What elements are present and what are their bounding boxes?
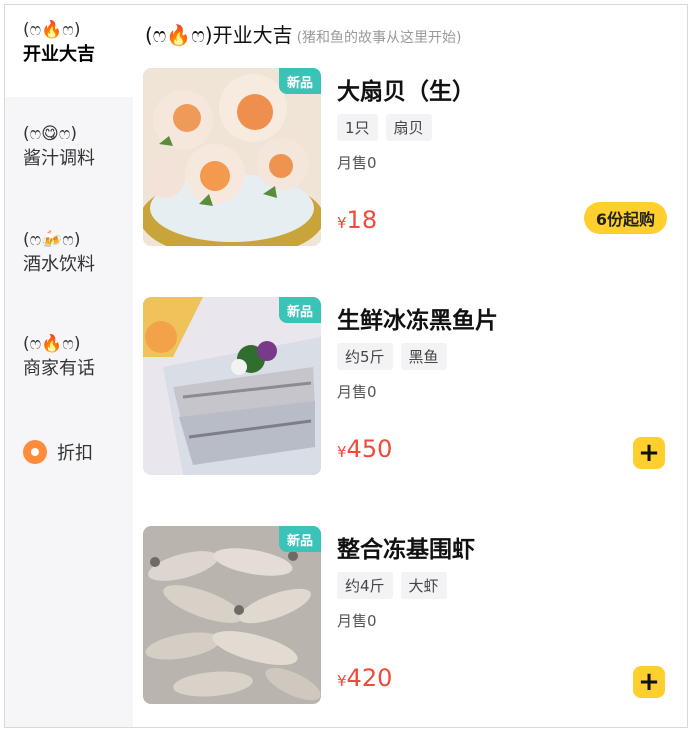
product-name[interactable]: 大扇贝（生）: [337, 72, 475, 106]
product-image-shrimp[interactable]: 新品: [143, 526, 321, 704]
sidebar-item-emoji: (ෆ😋ෆ): [23, 124, 78, 144]
category-sidebar: (ෆ🔥ෆ) 开业大吉 (ෆ😋ෆ) 酱汁调料 (ෆ🍻ෆ) 酒水饮料 (ෆ🔥ෆ) 商…: [5, 5, 133, 727]
new-badge: 新品: [279, 297, 321, 323]
product-image-fish[interactable]: 新品: [143, 297, 321, 475]
product-tag: 扇贝: [385, 114, 432, 141]
product-tag: 大虾: [400, 572, 447, 599]
sidebar-item-opening[interactable]: (ෆ🔥ෆ) 开业大吉: [5, 5, 133, 97]
add-to-cart-button[interactable]: +: [633, 666, 665, 698]
currency-symbol: ¥: [337, 443, 347, 461]
sidebar-item-label: 酒水饮料: [23, 254, 95, 275]
location-pin-icon: [23, 440, 47, 464]
monthly-sales: 月售0: [337, 383, 377, 401]
product-name[interactable]: 生鲜冰冻黑鱼片: [337, 301, 498, 335]
currency-symbol: ¥: [337, 672, 347, 690]
price-value: 18: [346, 206, 378, 234]
monthly-sales: 月售0: [337, 154, 377, 172]
product-tag: 约5斤: [337, 343, 393, 370]
product-price: ¥450: [337, 435, 392, 463]
sidebar-item-emoji: (ෆ🔥ෆ): [23, 20, 81, 40]
menu-frame: (ෆ🔥ෆ) 开业大吉 (ෆ😋ෆ) 酱汁调料 (ෆ🍻ෆ) 酒水饮料 (ෆ🔥ෆ) 商…: [4, 4, 688, 728]
product-tag: 约4斤: [337, 572, 393, 599]
section-subtitle: (猪和鱼的故事从这里开始): [296, 30, 462, 46]
sidebar-item-emoji: (ෆ🔥ෆ): [23, 334, 81, 354]
sidebar-item-emoji: (ෆ🍻ෆ): [23, 230, 81, 250]
product-tag: 1只: [337, 114, 378, 141]
product-price: ¥18: [337, 206, 377, 234]
sidebar-item-label: 开业大吉: [23, 44, 95, 65]
section-title: (ෆ🔥ෆ)开业大吉: [145, 23, 293, 47]
new-badge: 新品: [279, 526, 321, 552]
product-tags: 1只 扇贝: [337, 114, 440, 141]
product-tags: 约4斤 大虾: [337, 572, 455, 599]
sidebar-item-merchant-notes[interactable]: (ෆ🔥ෆ) 商家有话: [5, 333, 133, 381]
sidebar-item-label: 商家有话: [23, 358, 95, 379]
sidebar-item-drinks[interactable]: (ෆ🍻ෆ) 酒水饮料: [5, 229, 133, 277]
currency-symbol: ¥: [337, 214, 347, 232]
product-card[interactable]: 新品 整合冻基围虾 约4斤 大虾 月售0 ¥420 +: [143, 526, 683, 704]
new-badge: 新品: [279, 68, 321, 94]
price-value: 450: [346, 435, 393, 463]
discount-label: 折扣: [57, 443, 93, 464]
sidebar-item-discount[interactable]: 折扣: [23, 439, 93, 465]
product-tags: 约5斤 黑鱼: [337, 343, 455, 370]
sidebar-item-sauces[interactable]: (ෆ😋ෆ) 酱汁调料: [5, 123, 133, 171]
add-to-cart-button[interactable]: +: [633, 437, 665, 469]
product-card[interactable]: 新品 大扇贝（生） 1只 扇贝 月售0 ¥18 6份起购: [143, 68, 683, 246]
section-header: (ෆ🔥ෆ)开业大吉 (猪和鱼的故事从这里开始): [145, 19, 462, 49]
product-card[interactable]: 新品 生鲜冰冻黑鱼片 约5斤 黑鱼 月售0 ¥450 +: [143, 297, 683, 475]
product-image-scallop[interactable]: 新品: [143, 68, 321, 246]
sidebar-item-label: 酱汁调料: [23, 148, 95, 169]
product-price: ¥420: [337, 664, 392, 692]
monthly-sales: 月售0: [337, 612, 377, 630]
price-value: 420: [346, 664, 393, 692]
product-tag: 黑鱼: [400, 343, 447, 370]
min-order-button[interactable]: 6份起购: [583, 202, 667, 234]
product-name[interactable]: 整合冻基围虾: [337, 530, 475, 564]
